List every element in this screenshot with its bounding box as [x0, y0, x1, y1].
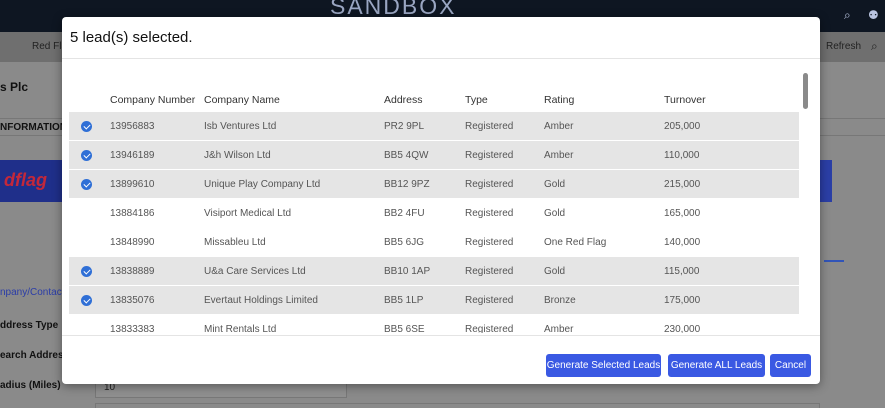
search-address-label: earch Address	[0, 350, 70, 361]
tab-underline	[824, 260, 844, 262]
cell-company-number: 13899610	[110, 179, 155, 190]
cell-turnover: 165,000	[664, 208, 701, 219]
table-row[interactable]: 13838889 U&a Care Services Ltd BB10 1AP Reg…	[69, 257, 799, 286]
cell-address: BB5 1LP	[384, 295, 424, 306]
column-header-company-number[interactable]: Company Number	[110, 94, 195, 106]
cell-company-number: 13835076	[110, 295, 155, 306]
cell-company-name: Visiport Medical Ltd	[204, 208, 292, 219]
cell-company-name: Mint Rentals Ltd	[204, 324, 277, 333]
information-label: NFORMATION	[0, 122, 68, 133]
bottom-input[interactable]	[95, 403, 820, 408]
modal-header: 5 lead(s) selected.	[62, 17, 820, 59]
cell-address: BB5 6JG	[384, 237, 425, 248]
column-header-rating[interactable]: Rating	[544, 94, 574, 106]
cell-rating: One Red Flag	[544, 237, 607, 248]
company-title: s Plc	[0, 80, 29, 94]
check-circle-icon[interactable]	[81, 266, 92, 277]
cell-turnover: 140,000	[664, 237, 701, 248]
table-row[interactable]: 13899610 Unique Play Company Ltd BB12 9PZ R…	[69, 170, 799, 199]
generate-all-leads-button[interactable]: Generate ALL Leads	[668, 354, 765, 377]
modal-footer: Generate Selected Leads Generate ALL Lea…	[62, 335, 820, 384]
check-circle-icon[interactable]	[81, 121, 92, 132]
table-row[interactable]: 13884186 Visiport Medical Ltd BB2 4FU Regis…	[69, 199, 799, 228]
cell-company-number: 13833383	[110, 324, 155, 333]
search-icon[interactable]: ⌕	[871, 39, 878, 54]
cell-type: Registered	[465, 324, 514, 333]
cell-address: PR2 9PL	[384, 121, 425, 132]
cell-type: Registered	[465, 237, 514, 248]
cell-rating: Bronze	[544, 295, 576, 306]
cell-company-number: 13884186	[110, 208, 155, 219]
cell-rating: Amber	[544, 324, 574, 333]
cell-turnover: 110,000	[664, 150, 700, 161]
cell-company-name: Evertaut Holdings Limited	[204, 295, 318, 306]
table-scrollbar[interactable]	[803, 73, 808, 109]
cell-company-number: 13956883	[110, 121, 155, 132]
cell-type: Registered	[465, 295, 514, 306]
leads-table: Company Number Company Name Address Type…	[69, 86, 799, 333]
check-circle-icon[interactable]	[81, 179, 92, 190]
company-contact-link[interactable]: npany/Contact	[0, 287, 65, 298]
cell-rating: Amber	[544, 150, 574, 161]
check-circle-icon[interactable]	[81, 295, 92, 306]
column-header-company-name[interactable]: Company Name	[204, 94, 280, 106]
cell-rating: Gold	[544, 208, 566, 219]
cell-company-name: U&a Care Services Ltd	[204, 266, 306, 277]
cell-type: Registered	[465, 121, 514, 132]
cell-company-number: 13946189	[110, 150, 155, 161]
table-row[interactable]: 13833383 Mint Rentals Ltd BB5 6SE Registere…	[69, 315, 799, 333]
cell-rating: Amber	[544, 121, 574, 132]
cell-turnover: 205,000	[664, 121, 701, 132]
cell-company-name: Unique Play Company Ltd	[204, 179, 321, 190]
cell-type: Registered	[465, 179, 514, 190]
cell-type: Registered	[465, 208, 514, 219]
cell-company-name: J&h Wilson Ltd	[204, 150, 271, 161]
column-header-address[interactable]: Address	[384, 94, 423, 106]
cell-company-name: Missableu Ltd	[204, 237, 266, 248]
lead-selection-modal: 5 lead(s) selected. Company Number Compa…	[62, 17, 820, 384]
cell-rating: Gold	[544, 179, 566, 190]
cell-turnover: 175,000	[664, 295, 701, 306]
cell-turnover: 115,000	[664, 266, 700, 277]
cell-address: BB5 4QW	[384, 150, 429, 161]
table-row[interactable]: 13835076 Evertaut Holdings Limited BB5 1LP…	[69, 286, 799, 315]
location-icon[interactable]: ⚉	[868, 8, 879, 22]
table-row[interactable]: 13956883 Isb Ventures Ltd PR2 9PL Registere…	[69, 112, 799, 141]
cell-address: BB2 4FU	[384, 208, 425, 219]
radius-label: adius (Miles)	[0, 380, 61, 391]
banner-edge	[818, 160, 832, 202]
cell-company-name: Isb Ventures Ltd	[204, 121, 277, 132]
cell-address: BB5 6SE	[384, 324, 425, 333]
cell-company-number: 13848990	[110, 237, 155, 248]
cell-turnover: 230,000	[664, 324, 701, 333]
column-header-type[interactable]: Type	[465, 94, 488, 106]
cell-type: Registered	[465, 266, 514, 277]
modal-title: 5 lead(s) selected.	[70, 29, 193, 46]
table-row[interactable]: 13946189 J&h Wilson Ltd BB5 4QW Registered A…	[69, 141, 799, 170]
search-icon[interactable]: ⌕	[844, 8, 851, 23]
refresh-button[interactable]: Refresh	[826, 41, 861, 52]
column-header-turnover[interactable]: Turnover	[664, 94, 706, 106]
cell-turnover: 215,000	[664, 179, 701, 190]
cell-address: BB10 1AP	[384, 266, 431, 277]
cancel-button[interactable]: Cancel	[770, 354, 811, 377]
generate-selected-leads-button[interactable]: Generate Selected Leads	[546, 354, 661, 377]
cell-rating: Gold	[544, 266, 566, 277]
cell-type: Registered	[465, 150, 514, 161]
table-row[interactable]: 13848990 Missableu Ltd BB5 6JG Registered On…	[69, 228, 799, 257]
banner-logo: dflag	[4, 170, 47, 190]
check-circle-icon[interactable]	[81, 150, 92, 161]
cell-address: BB12 9PZ	[384, 179, 430, 190]
table-header: Company Number Company Name Address Type…	[69, 86, 799, 112]
cell-company-number: 13838889	[110, 266, 155, 277]
address-type-label: ddress Type	[0, 320, 59, 331]
